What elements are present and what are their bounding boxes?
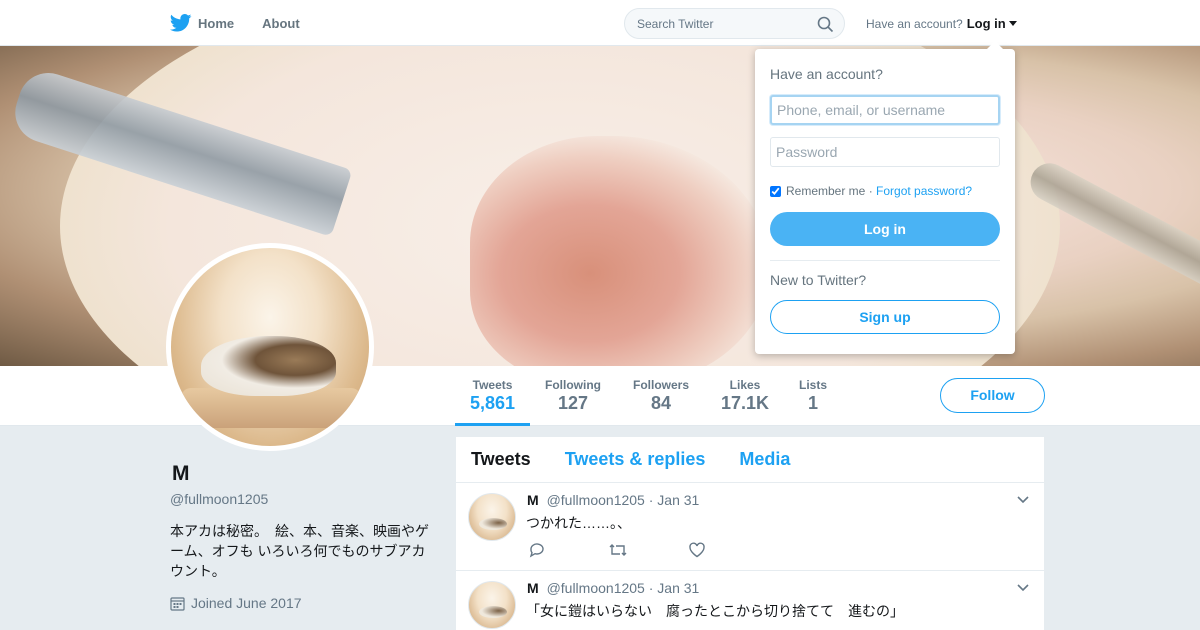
- stat-value: 17.1K: [721, 393, 770, 413]
- tweet-author-handle[interactable]: @fullmoon1205: [547, 580, 645, 596]
- search-placeholder: Search Twitter: [637, 17, 714, 31]
- reply-icon[interactable]: [528, 542, 546, 558]
- stat-value: 84: [650, 393, 672, 413]
- tweet-author-handle[interactable]: @fullmoon1205: [547, 492, 645, 508]
- like-icon[interactable]: [688, 542, 706, 558]
- stat-label: Followers: [633, 378, 690, 392]
- chevron-down-icon[interactable]: [1016, 495, 1030, 505]
- forgot-password-link[interactable]: Forgot password?: [876, 184, 972, 198]
- search-icon[interactable]: [817, 16, 834, 33]
- tweet-author-name[interactable]: M: [527, 492, 539, 508]
- stat-value: 5,861: [470, 393, 516, 413]
- tweet[interactable]: M @fullmoon1205 · Jan 31 「女に鎧はいらない 腐ったとこ…: [456, 571, 1044, 630]
- about-label: About: [262, 15, 300, 31]
- stat-label: Likes: [729, 378, 761, 392]
- tweet-actions: [528, 542, 768, 563]
- login-link[interactable]: Log in: [967, 16, 1006, 31]
- username-field[interactable]: [770, 95, 1000, 125]
- stat-tweets[interactable]: Tweets 5,861: [470, 378, 515, 414]
- profile-avatar[interactable]: [166, 243, 374, 451]
- stat-value: 1: [808, 393, 819, 413]
- account-prompt: Have an account?: [866, 16, 963, 31]
- login-dropdown: Have an account? Remember me · Forgot pa…: [755, 41, 1015, 354]
- tweet[interactable]: M @fullmoon1205 · Jan 31 つかれた……。、: [456, 483, 1044, 571]
- follow-button[interactable]: Follow: [940, 378, 1045, 413]
- login-button[interactable]: Log in: [770, 212, 1000, 246]
- profile-name[interactable]: M: [172, 462, 190, 486]
- home-label: Home: [198, 15, 235, 31]
- remember-separator: ·: [865, 184, 877, 198]
- profile-handle[interactable]: @fullmoon1205: [170, 491, 268, 507]
- stat-label: Tweets: [472, 378, 513, 392]
- tab-media[interactable]: Media: [739, 449, 790, 470]
- avatar-image: [171, 248, 369, 446]
- stat-lists[interactable]: Lists 1: [799, 378, 827, 414]
- stat-following[interactable]: Following 127: [545, 378, 601, 414]
- nav-about[interactable]: About: [262, 16, 300, 31]
- twitter-bird-icon: [170, 14, 192, 32]
- active-stat-underline: [455, 423, 530, 426]
- tweet-date[interactable]: · Jan 31: [649, 580, 700, 596]
- tweet-avatar[interactable]: [468, 493, 516, 541]
- nav-home[interactable]: Home: [170, 14, 234, 32]
- joined-label: Joined June 2017: [191, 595, 302, 611]
- stat-followers[interactable]: Followers 84: [633, 378, 689, 414]
- top-navigation-bar: Home About Search Twitter Have an accoun…: [0, 0, 1200, 46]
- nav-left: Home About: [170, 0, 328, 46]
- tab-tweets[interactable]: Tweets: [471, 449, 531, 470]
- search-input[interactable]: Search Twitter: [624, 8, 845, 39]
- timeline-tabs: Tweets Tweets & replies Media: [456, 437, 1044, 483]
- caret-down-icon: [1008, 21, 1017, 26]
- stat-likes[interactable]: Likes 17.1K: [721, 378, 769, 414]
- tweet-header: M @fullmoon1205 · Jan 31: [527, 492, 699, 508]
- profile-bio: 本アカは秘密。 絵、本、音楽、映画やゲーム、オフも いろいろ何でものサブアカウン…: [170, 523, 429, 579]
- stat-value: 127: [557, 393, 589, 413]
- tweet-author-name[interactable]: M: [527, 580, 539, 596]
- retweet-icon[interactable]: [608, 542, 628, 558]
- remember-me-label[interactable]: Remember me: [786, 184, 865, 198]
- avatar-cat: [201, 336, 336, 396]
- login-menu[interactable]: Have an account? Log in: [866, 16, 1017, 31]
- new-to-twitter-label: New to Twitter?: [770, 272, 867, 288]
- stat-label: Lists: [799, 378, 828, 392]
- tweet-text: 「女に鎧はいらない 腐ったとこから切り捨てて 進むの」: [526, 603, 904, 619]
- tweet-header: M @fullmoon1205 · Jan 31: [527, 580, 699, 596]
- calendar-icon: [170, 596, 185, 611]
- signup-button[interactable]: Sign up: [770, 300, 1000, 334]
- stat-label: Following: [545, 378, 601, 392]
- joined-date: Joined June 2017: [170, 595, 302, 611]
- tweet-date[interactable]: · Jan 31: [649, 492, 700, 508]
- dropdown-divider: [770, 260, 1000, 261]
- remember-row: Remember me · Forgot password?: [770, 184, 972, 198]
- tweet-text: つかれた……。、: [526, 515, 631, 531]
- timeline: Tweets Tweets & replies Media M @fullmoo…: [456, 437, 1044, 630]
- tab-tweets-replies[interactable]: Tweets & replies: [565, 449, 706, 470]
- dropdown-title: Have an account?: [770, 66, 883, 82]
- tweet-avatar[interactable]: [468, 581, 516, 629]
- chevron-down-icon[interactable]: [1016, 583, 1030, 593]
- password-field[interactable]: [770, 137, 1000, 167]
- remember-me-checkbox[interactable]: [770, 185, 781, 197]
